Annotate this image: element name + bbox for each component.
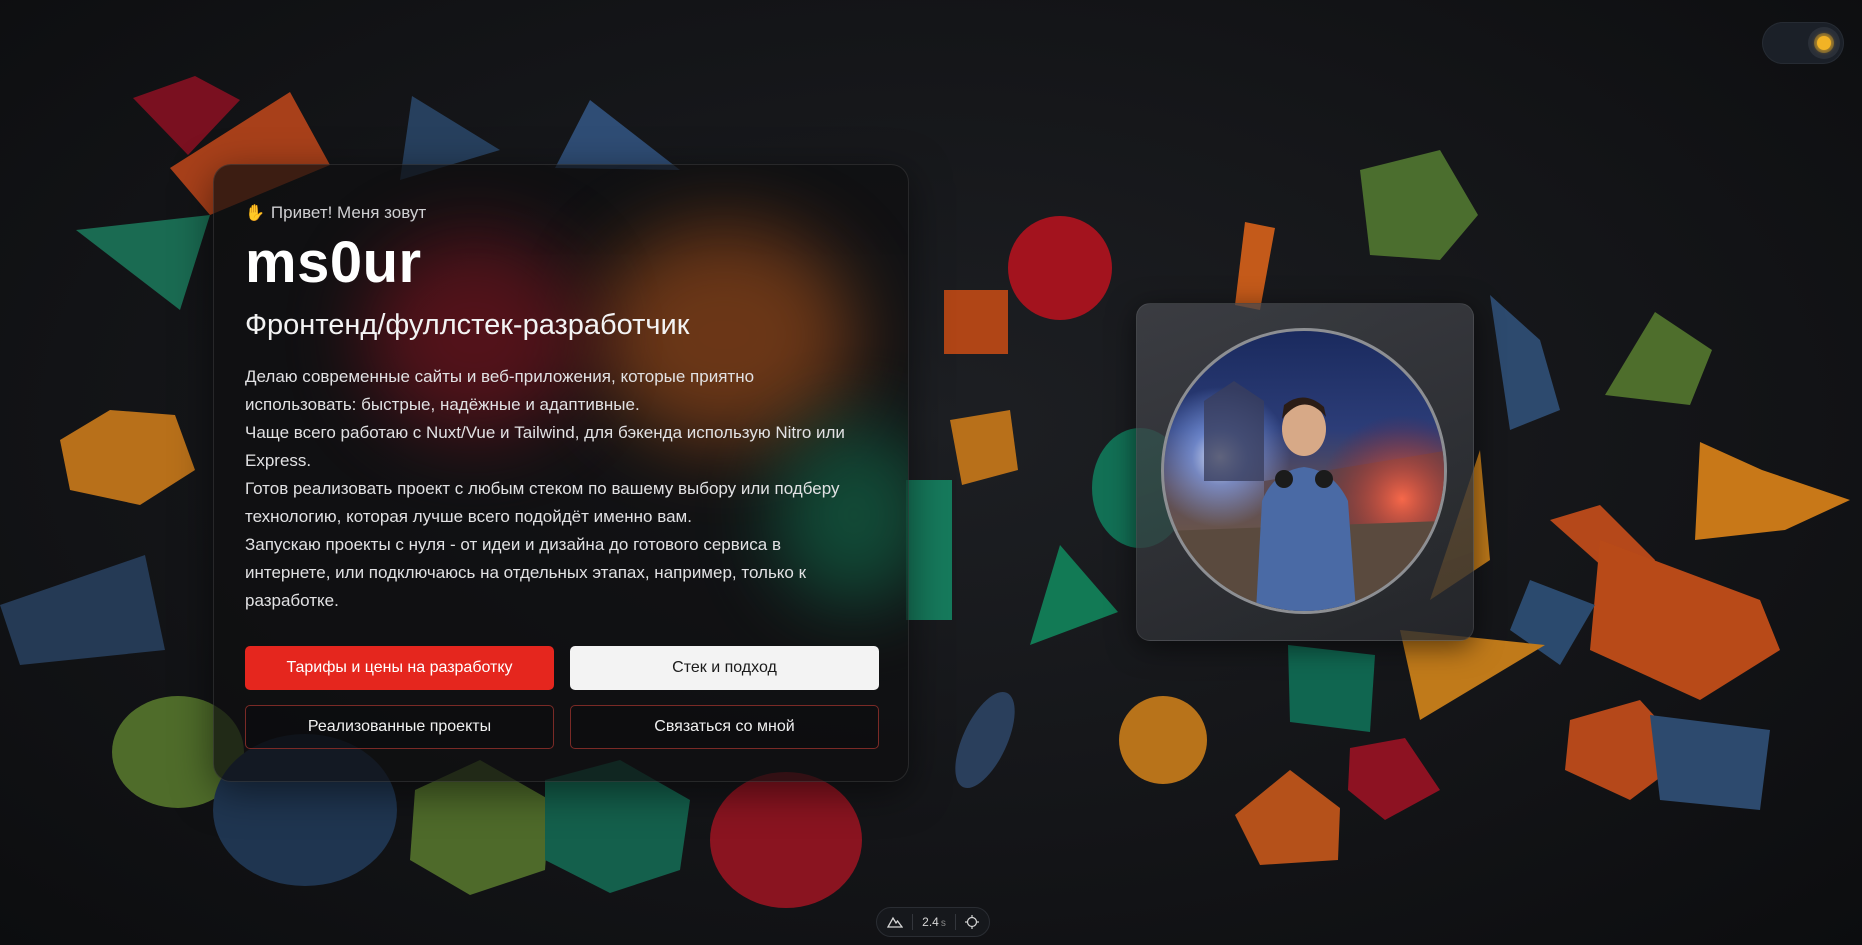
primary-actions: Тарифы и цены на разработку Стек и подхо… (245, 646, 879, 690)
photo-frame (1136, 303, 1474, 641)
nuxt-logo-icon[interactable] (887, 916, 903, 928)
devbar-separator (954, 914, 956, 930)
sun-icon (1817, 36, 1831, 50)
bio-line: Чаще всего работаю с Nuxt/Vue и Tailwind… (245, 423, 845, 470)
devbar-separator (912, 914, 914, 930)
profile-name: ms0ur (245, 230, 422, 295)
theme-toggle[interactable] (1762, 22, 1844, 64)
profile-photo-illustration (1164, 331, 1444, 611)
greeting-text: Привет! Меня зовут (270, 203, 427, 222)
projects-button[interactable]: Реализованные проекты (245, 705, 554, 749)
crosshair-icon[interactable] (965, 915, 979, 929)
contact-button[interactable]: Связаться со мной (570, 705, 879, 749)
greeting: ✋ Привет! Меня зовут (245, 201, 885, 225)
secondary-actions: Реализованные проекты Связаться со мной (245, 705, 879, 749)
devtools-bar: 2.4 s (876, 907, 990, 937)
intro-content: ✋ Привет! Меня зовут ms0ur Фронтенд/фулл… (245, 201, 885, 615)
load-time-value: 2.4 (922, 915, 939, 929)
profile-photo (1161, 328, 1447, 614)
bio-line: Готов реализовать проект с любым стеком … (245, 479, 840, 526)
waving-hand-icon: ✋ (245, 205, 265, 222)
stack-button[interactable]: Стек и подход (570, 646, 879, 690)
bio-line: Запускаю проекты с нуля - от идеи и диза… (245, 535, 807, 610)
page-background: ✋ Привет! Меня зовут ms0ur Фронтенд/фулл… (0, 0, 1862, 945)
intro-card: ✋ Привет! Меня зовут ms0ur Фронтенд/фулл… (213, 164, 909, 782)
load-time: 2.4 s (922, 915, 946, 929)
bio-line: Делаю современные сайты и веб-приложения… (245, 367, 755, 414)
load-time-unit: s (940, 918, 946, 929)
profile-bio: Делаю современные сайты и веб-приложения… (245, 363, 845, 615)
profile-role: Фронтенд/фуллстек-разработчик (245, 309, 690, 341)
theme-toggle-knob[interactable] (1808, 27, 1840, 59)
prices-button[interactable]: Тарифы и цены на разработку (245, 646, 554, 690)
